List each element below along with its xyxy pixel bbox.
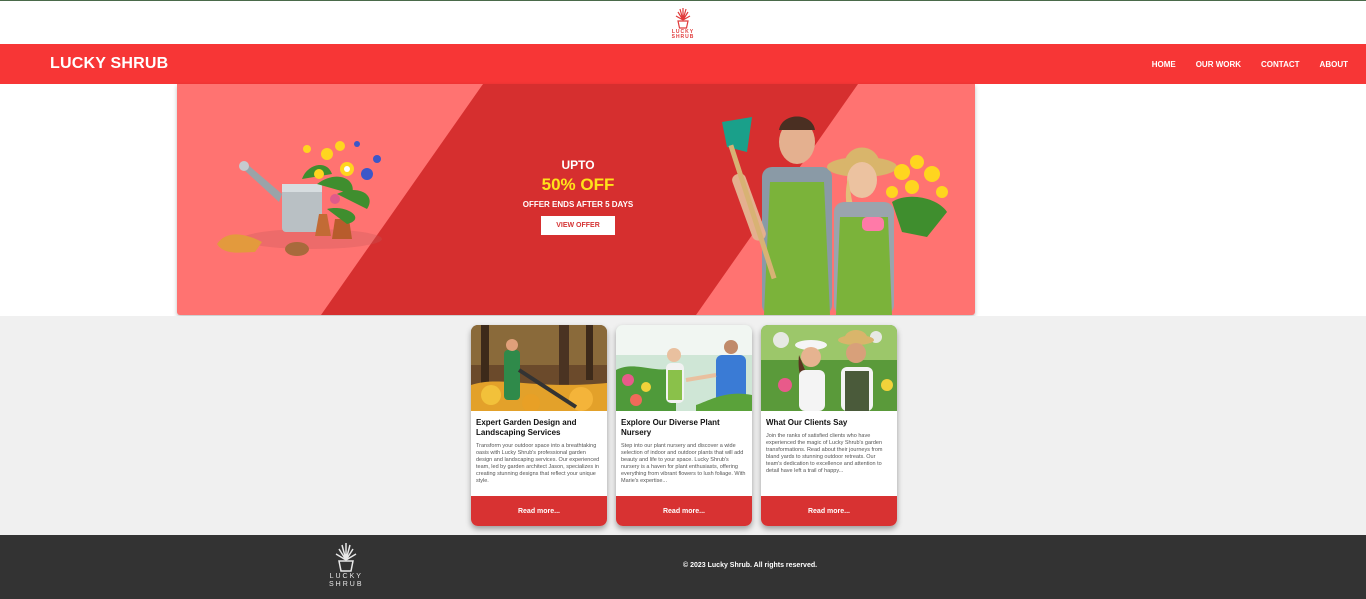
- features-section: Expert Garden Design and Landscaping Ser…: [0, 316, 1366, 535]
- nav-links: HOME OUR WORK CONTACT ABOUT: [1152, 60, 1348, 69]
- offer-discount: 50% OFF: [541, 175, 615, 194]
- shrub-logo-icon: [335, 543, 357, 572]
- copyright-text: © 2023 Lucky Shrub. All rights reserved.: [683, 562, 818, 569]
- gardener-couple-image: [722, 116, 948, 315]
- footer-logo-text-line2: SHRUB: [329, 581, 364, 588]
- nursery-photo: [616, 325, 752, 411]
- happy-clients-photo: [761, 325, 897, 411]
- footer-logo[interactable]: LUCKY SHRUB: [329, 541, 364, 589]
- card-body: Explore Our Diverse Plant Nursery Step i…: [616, 411, 752, 496]
- nav-link-home[interactable]: HOME: [1152, 60, 1176, 69]
- hero-section: UPTO 50% OFF OFFER ENDS AFTER 5 DAYS VIE…: [0, 84, 1366, 316]
- card-text: Step into our plant nursery and discover…: [621, 443, 746, 484]
- card-title: Expert Garden Design and Landscaping Ser…: [476, 418, 577, 437]
- card-garden-design-image: [471, 325, 607, 411]
- footer-logo-text-line1: LUCKY: [329, 573, 363, 580]
- view-offer-button[interactable]: VIEW OFFER: [541, 216, 615, 235]
- page-footer: LUCKY SHRUB © 2023 Lucky Shrub. All righ…: [0, 535, 1366, 599]
- read-more-button[interactable]: Read more...: [471, 496, 607, 526]
- garden-tools-image: [217, 141, 382, 256]
- read-more-button[interactable]: Read more...: [761, 496, 897, 526]
- card-garden-design: Expert Garden Design and Landscaping Ser…: [471, 325, 607, 526]
- site-logo[interactable]: LUCKY SHRUB: [672, 6, 695, 40]
- read-more-button[interactable]: Read more...: [616, 496, 752, 526]
- nav-link-contact[interactable]: CONTACT: [1261, 60, 1300, 69]
- card-text: Transform your outdoor space into a brea…: [476, 443, 600, 484]
- card-title: Explore Our Diverse Plant Nursery: [621, 418, 720, 437]
- logo-text-line2: SHRUB: [671, 33, 695, 40]
- card-title: What Our Clients Say: [766, 418, 848, 427]
- card-body: What Our Clients Say Join the ranks of s…: [761, 411, 897, 496]
- main-navbar: LUCKY SHRUB HOME OUR WORK CONTACT ABOUT: [0, 44, 1366, 84]
- leaf-blower-photo: [471, 325, 607, 411]
- card-client-testimonials-image: [761, 325, 897, 411]
- nav-link-our-work[interactable]: OUR WORK: [1196, 60, 1241, 69]
- shrub-logo-icon: [675, 7, 691, 29]
- offer-ends-text: OFFER ENDS AFTER 5 DAYS: [522, 200, 634, 209]
- card-client-testimonials: What Our Clients Say Join the ranks of s…: [761, 325, 897, 526]
- offer-upto-text: UPTO: [561, 158, 595, 172]
- nav-link-about[interactable]: ABOUT: [1320, 60, 1348, 69]
- card-plant-nursery: Explore Our Diverse Plant Nursery Step i…: [616, 325, 752, 526]
- promo-banner: UPTO 50% OFF OFFER ENDS AFTER 5 DAYS VIE…: [177, 84, 975, 315]
- card-text: Join the ranks of satisfied clients who …: [766, 433, 883, 474]
- brand-name[interactable]: LUCKY SHRUB: [50, 55, 168, 73]
- logo-bar: LUCKY SHRUB: [0, 1, 1366, 44]
- offer-block: UPTO 50% OFF OFFER ENDS AFTER 5 DAYS VIE…: [497, 158, 659, 235]
- card-body: Expert Garden Design and Landscaping Ser…: [471, 411, 607, 496]
- card-plant-nursery-image: [616, 325, 752, 411]
